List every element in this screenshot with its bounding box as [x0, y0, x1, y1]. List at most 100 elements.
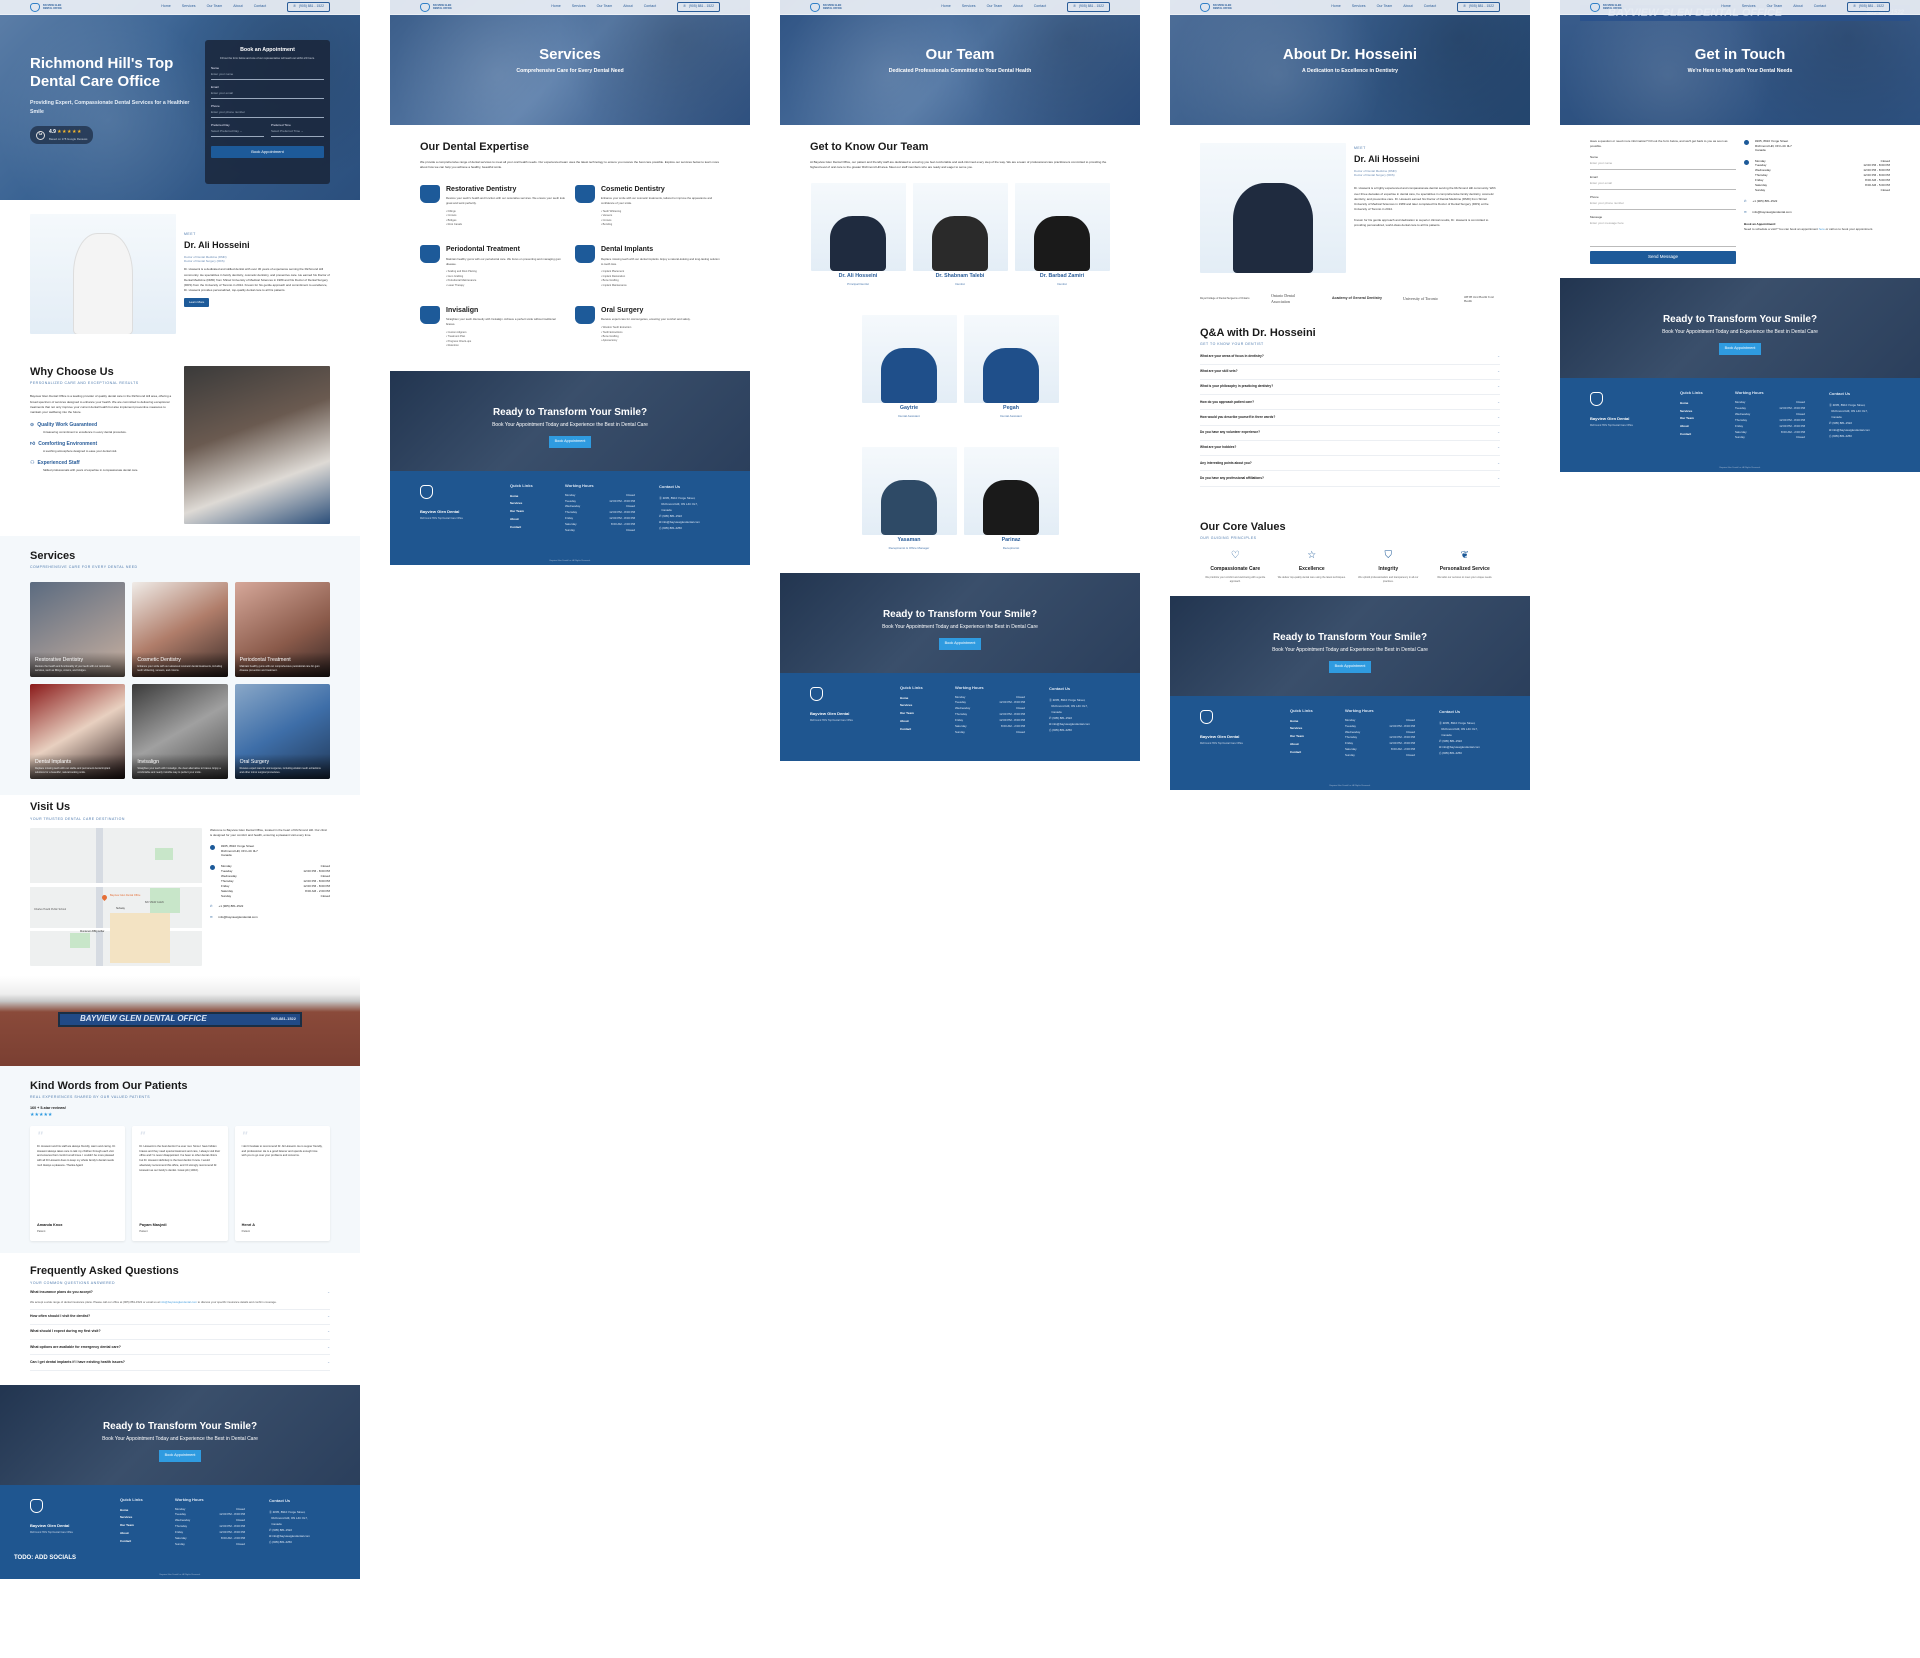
- location-map[interactable]: Bayview Glen Dental Office Subway Montan…: [30, 827, 202, 966]
- email-link[interactable]: info@bayviewglendental.com: [1753, 210, 1792, 215]
- footer-phone[interactable]: (905) 881-1522: [1442, 739, 1462, 743]
- nav-about[interactable]: About: [233, 4, 242, 9]
- team-member-card[interactable]: Pegah Dental Assistant: [963, 314, 1059, 419]
- footer-link-about[interactable]: About: [510, 516, 555, 524]
- footer-link-about[interactable]: About: [900, 718, 945, 726]
- nav-contact[interactable]: Contact: [1034, 4, 1046, 9]
- book-appointment-button[interactable]: Book Appointment: [211, 145, 324, 158]
- footer-link-home[interactable]: Home: [900, 695, 945, 703]
- nav-our-team[interactable]: Our Team: [597, 4, 613, 9]
- nav-home[interactable]: Home: [551, 4, 561, 9]
- nav-services[interactable]: Services: [572, 4, 586, 9]
- email-row[interactable]: ✉ info@bayviewglendental.com: [210, 915, 330, 920]
- footer-link-our-team[interactable]: Our Team: [510, 508, 555, 516]
- cta-book-button[interactable]: Book Appointment: [158, 1450, 202, 1462]
- service-card[interactable]: Oral Surgery Receive expert care for oral…: [234, 684, 330, 780]
- message-textarea[interactable]: Enter your message here: [1590, 219, 1736, 247]
- cta-book-button[interactable]: Book Appointment: [1718, 343, 1762, 355]
- footer-link-our-team[interactable]: Our Team: [1290, 733, 1335, 741]
- nav-services[interactable]: Services: [182, 4, 196, 9]
- team-member-card[interactable]: Dr. Ali Hosseini Principal Dentist: [810, 182, 906, 287]
- email-input[interactable]: Enter your email: [1590, 179, 1736, 190]
- faq-item[interactable]: What options are available for emergency…: [30, 1340, 330, 1356]
- logo[interactable]: BAYVIEW GLEN DENTAL OFFICE: [30, 2, 62, 12]
- qa-item[interactable]: Any interesting points about you? ⌄: [1200, 456, 1500, 472]
- service-card[interactable]: Periodontal Treatment Maintain healthy gu…: [234, 582, 330, 678]
- team-member-card[interactable]: Gaytrie Dental Assistant: [861, 314, 957, 419]
- qa-item[interactable]: What are your areas of focus in dentistr…: [1200, 349, 1500, 365]
- nav-about[interactable]: About: [1403, 4, 1412, 9]
- nav-contact[interactable]: Contact: [644, 4, 656, 9]
- footer-email[interactable]: info@bayviewglendental.com: [1052, 722, 1090, 726]
- cta-book-button[interactable]: Book Appointment: [1328, 661, 1372, 673]
- faq-item[interactable]: What should I expect during my first vis…: [30, 1325, 330, 1341]
- footer-link-contact[interactable]: Contact: [1290, 749, 1335, 757]
- phone-link[interactable]: +1 (905) 881-1522: [219, 904, 244, 909]
- footer-link-contact[interactable]: Contact: [510, 524, 555, 532]
- footer-link-services[interactable]: Services: [510, 500, 555, 508]
- phone-input[interactable]: Enter your phone number: [211, 108, 324, 118]
- nav-contact[interactable]: Contact: [1424, 4, 1436, 9]
- name-input[interactable]: Enter your name: [1590, 159, 1736, 170]
- footer-link-our-team[interactable]: Our Team: [120, 1522, 165, 1530]
- footer-email[interactable]: info@bayviewglendental.com: [662, 520, 700, 524]
- cta-book-button[interactable]: Book Appointment: [938, 638, 982, 650]
- nav-services[interactable]: Services: [1352, 4, 1366, 9]
- footer-phone[interactable]: (905) 881-1522: [1052, 716, 1072, 720]
- preferred-day-select[interactable]: Select Preferred Day ⌄: [211, 127, 264, 137]
- nav-home[interactable]: Home: [1331, 4, 1341, 9]
- nav-contact[interactable]: Contact: [1814, 4, 1826, 9]
- logo[interactable]: BAYVIEW GLEN DENTAL OFFICE: [1590, 2, 1622, 12]
- phone-input[interactable]: Enter your phone number: [1590, 199, 1736, 210]
- nav-about[interactable]: About: [1793, 4, 1802, 9]
- nav-about[interactable]: About: [1013, 4, 1022, 9]
- nav-services[interactable]: Services: [1742, 4, 1756, 9]
- nav-our-team[interactable]: Our Team: [1767, 4, 1783, 9]
- footer-link-contact[interactable]: Contact: [1680, 431, 1725, 439]
- cta-book-button[interactable]: Book Appointment: [548, 436, 592, 448]
- nav-home[interactable]: Home: [1721, 4, 1731, 9]
- team-member-card[interactable]: Dr. Shabnam Talebi Dentist: [912, 182, 1008, 287]
- team-member-card[interactable]: Dr. Barbad Zamiri Dentist: [1014, 182, 1110, 287]
- faq-email-link[interactable]: info@bayviewglendental.com: [161, 1300, 197, 1304]
- service-card[interactable]: Cosmetic Dentistry Enhance your smile wit…: [132, 582, 228, 678]
- footer-link-about[interactable]: About: [1290, 741, 1335, 749]
- service-card[interactable]: Invisalign Straighten your teeth with Inv…: [132, 684, 228, 780]
- faq-item-open[interactable]: What insurance plans do you accept? ⌄: [30, 1286, 330, 1300]
- footer-link-home[interactable]: Home: [1680, 400, 1725, 408]
- service-card[interactable]: Restorative Dentistry Restore the health …: [30, 582, 126, 678]
- logo[interactable]: BAYVIEW GLEN DENTAL OFFICE: [1200, 2, 1232, 12]
- learn-more-button[interactable]: Learn More: [184, 297, 210, 308]
- nav-home[interactable]: Home: [161, 4, 171, 9]
- nav-services[interactable]: Services: [962, 4, 976, 9]
- logo[interactable]: BAYVIEW GLEN DENTAL OFFICE: [810, 2, 842, 12]
- nav-home[interactable]: Home: [941, 4, 951, 9]
- service-card[interactable]: Dental Implants Replace missing teeth wit…: [30, 684, 126, 780]
- google-rating-badge[interactable]: G 4.9 ★★★★★ Based on 178 Google Reviews: [30, 126, 94, 144]
- team-member-card[interactable]: Parinaz Receptionist: [963, 446, 1059, 551]
- faq-item[interactable]: How often should I visit the dentist? ⌄: [30, 1310, 330, 1325]
- qa-item[interactable]: Do you have any professional affiliation…: [1200, 471, 1500, 487]
- nav-contact[interactable]: Contact: [254, 4, 266, 9]
- phone-button[interactable]: ✆ (905) 881 - 1522: [1067, 1, 1110, 13]
- email-link[interactable]: info@bayviewglendental.com: [219, 915, 258, 920]
- name-input[interactable]: Enter your name: [211, 70, 324, 80]
- footer-link-contact[interactable]: Contact: [900, 726, 945, 734]
- qa-item[interactable]: How do you approach patient care? ⌄: [1200, 395, 1500, 411]
- footer-link-services[interactable]: Services: [120, 1514, 165, 1522]
- nav-about[interactable]: About: [623, 4, 632, 9]
- qa-item[interactable]: What is your philosophy in practicing de…: [1200, 380, 1500, 396]
- phone-button[interactable]: ✆ (905) 881 - 1522: [1847, 1, 1890, 13]
- qa-item[interactable]: How would you describe yourself in three…: [1200, 410, 1500, 426]
- phone-button[interactable]: ✆ (905) 881 - 1522: [1457, 1, 1500, 13]
- footer-email[interactable]: info@bayviewglendental.com: [1442, 745, 1480, 749]
- footer-email[interactable]: info@bayviewglendental.com: [272, 1534, 310, 1538]
- footer-link-home[interactable]: Home: [1290, 718, 1335, 726]
- footer-link-services[interactable]: Services: [900, 702, 945, 710]
- qa-item[interactable]: Do you have any volunteer experience? ⌄: [1200, 426, 1500, 441]
- send-message-button[interactable]: Send Message: [1590, 251, 1736, 264]
- phone-button[interactable]: ✆ (905) 881 - 1522: [677, 1, 720, 13]
- book-here-link[interactable]: here: [1819, 227, 1825, 231]
- footer-link-services[interactable]: Services: [1680, 408, 1725, 416]
- team-member-card[interactable]: Yasaman Receptionist & Office Manager: [861, 446, 957, 551]
